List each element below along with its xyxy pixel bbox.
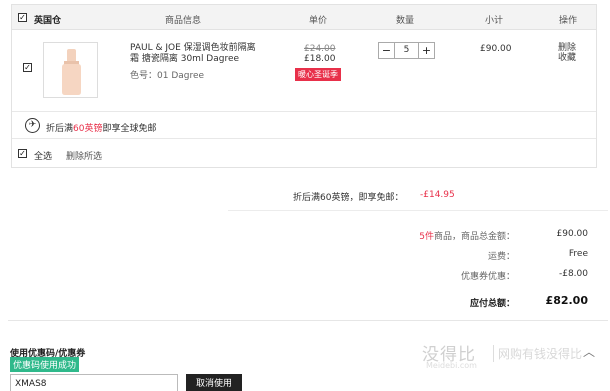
cart-table: ✓ 英国仓 商品信息 单价 数量 小计 操作 ✓ PAUL & JOE 保湿调色… — [11, 4, 597, 168]
select-all-label[interactable]: 全选 — [34, 149, 52, 162]
shipping-amount: 60英镑 — [73, 124, 103, 134]
delete-selected-button[interactable]: 删除所选 — [66, 149, 102, 162]
col-qty: 数量 — [396, 16, 415, 26]
cancel-coupon-button[interactable]: 取消使用 — [186, 374, 242, 391]
coupon-code-input[interactable]: XMAS8 — [10, 374, 178, 391]
qty-input[interactable]: 5 — [394, 43, 419, 58]
cart-item-row: ✓ PAUL & JOE 保湿调色妆前隔离霜 搪瓷隔离 30ml Dagree … — [12, 30, 596, 112]
section-divider — [8, 320, 608, 321]
divider — [228, 210, 608, 211]
cart-header: ✓ 英国仓 商品信息 单价 数量 小计 操作 — [12, 5, 596, 30]
col-price: 单价 — [309, 16, 328, 26]
goods-total-label: 5件商品，商品总金额： — [419, 229, 515, 242]
quantity-stepper: − 5 + — [378, 42, 435, 59]
shipping-fee-label: 运费： — [487, 252, 515, 262]
shipping-fee-value: Free — [568, 249, 588, 259]
original-price: £24.00 — [304, 44, 336, 54]
goods-total-value: £90.00 — [556, 229, 589, 239]
item-subtotal: £90.00 — [480, 44, 512, 54]
watermark-site: Meidebi.com — [426, 361, 477, 370]
item-count: 5件 — [419, 232, 434, 242]
col-subtotal: 小计 — [485, 16, 504, 26]
product-color: 色号：01 Dagree — [130, 71, 205, 81]
unit-price: £18.00 — [304, 54, 336, 64]
qty-plus-button[interactable]: + — [419, 43, 434, 58]
free-shipping-discount-label: 折后满60英镑，即享免邮： — [293, 193, 404, 203]
delete-link[interactable]: 删除 — [558, 43, 576, 53]
coupon-discount-label: 优惠券优惠： — [460, 272, 515, 282]
watermark-slogan: 网购有钱没得比 — [493, 345, 582, 362]
scroll-top-icon[interactable]: ︿ — [583, 343, 595, 360]
item-checkbox[interactable]: ✓ — [23, 63, 32, 72]
airplane-icon: ✈ — [25, 118, 40, 133]
coupon-success-badge: 优惠码使用成功 — [10, 357, 80, 372]
item-actions: 删除 收藏 — [558, 43, 576, 63]
free-shipping-discount-amount: -£14.95 — [420, 190, 455, 200]
select-all-checkbox[interactable]: ✓ — [18, 149, 27, 158]
favorite-link[interactable]: 收藏 — [558, 53, 576, 63]
free-shipping-row: ✈ 折后满60英镑即享全球免邮 — [12, 112, 596, 139]
product-name[interactable]: PAUL & JOE 保湿调色妆前隔离霜 搪瓷隔离 30ml Dagree — [130, 43, 260, 65]
total-value: £82.00 — [545, 294, 588, 307]
selection-row: ✓ 全选 删除所选 — [12, 139, 596, 169]
promo-badge: 暖心圣诞季 — [295, 68, 341, 81]
shipping-suffix: 即享全球免邮 — [102, 124, 157, 134]
qty-minus-button[interactable]: − — [379, 43, 394, 58]
shipping-prefix: 折后满 — [46, 124, 74, 134]
col-product: 商品信息 — [165, 16, 202, 26]
coupon-discount-value: -£8.00 — [558, 269, 588, 279]
warehouse-checkbox[interactable]: ✓ — [18, 13, 27, 22]
warehouse-label: 英国仓 — [34, 16, 62, 26]
product-image[interactable] — [43, 42, 98, 98]
free-shipping-text: 折后满60英镑即享全球免邮 — [46, 121, 156, 134]
total-label: 应付总额： — [469, 299, 515, 309]
col-action: 操作 — [559, 16, 578, 26]
goods-total-text: 商品，商品总金额： — [433, 232, 515, 242]
